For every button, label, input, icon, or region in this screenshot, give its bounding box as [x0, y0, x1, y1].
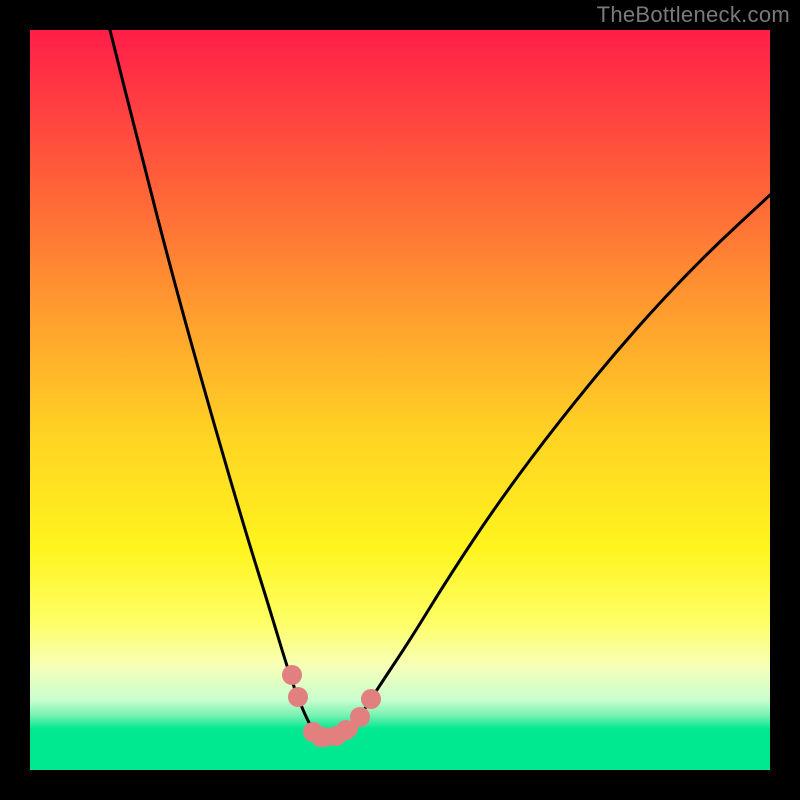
valley-marker — [361, 689, 381, 709]
valley-marker — [282, 665, 302, 685]
right-curve — [340, 195, 770, 733]
valley-marker — [350, 707, 370, 727]
chart-curves — [30, 30, 770, 770]
valley-markers — [282, 665, 381, 747]
valley-marker — [288, 687, 308, 707]
watermark-text: TheBottleneck.com — [597, 2, 790, 28]
left-curve — [110, 30, 340, 737]
chart-frame — [30, 30, 770, 770]
